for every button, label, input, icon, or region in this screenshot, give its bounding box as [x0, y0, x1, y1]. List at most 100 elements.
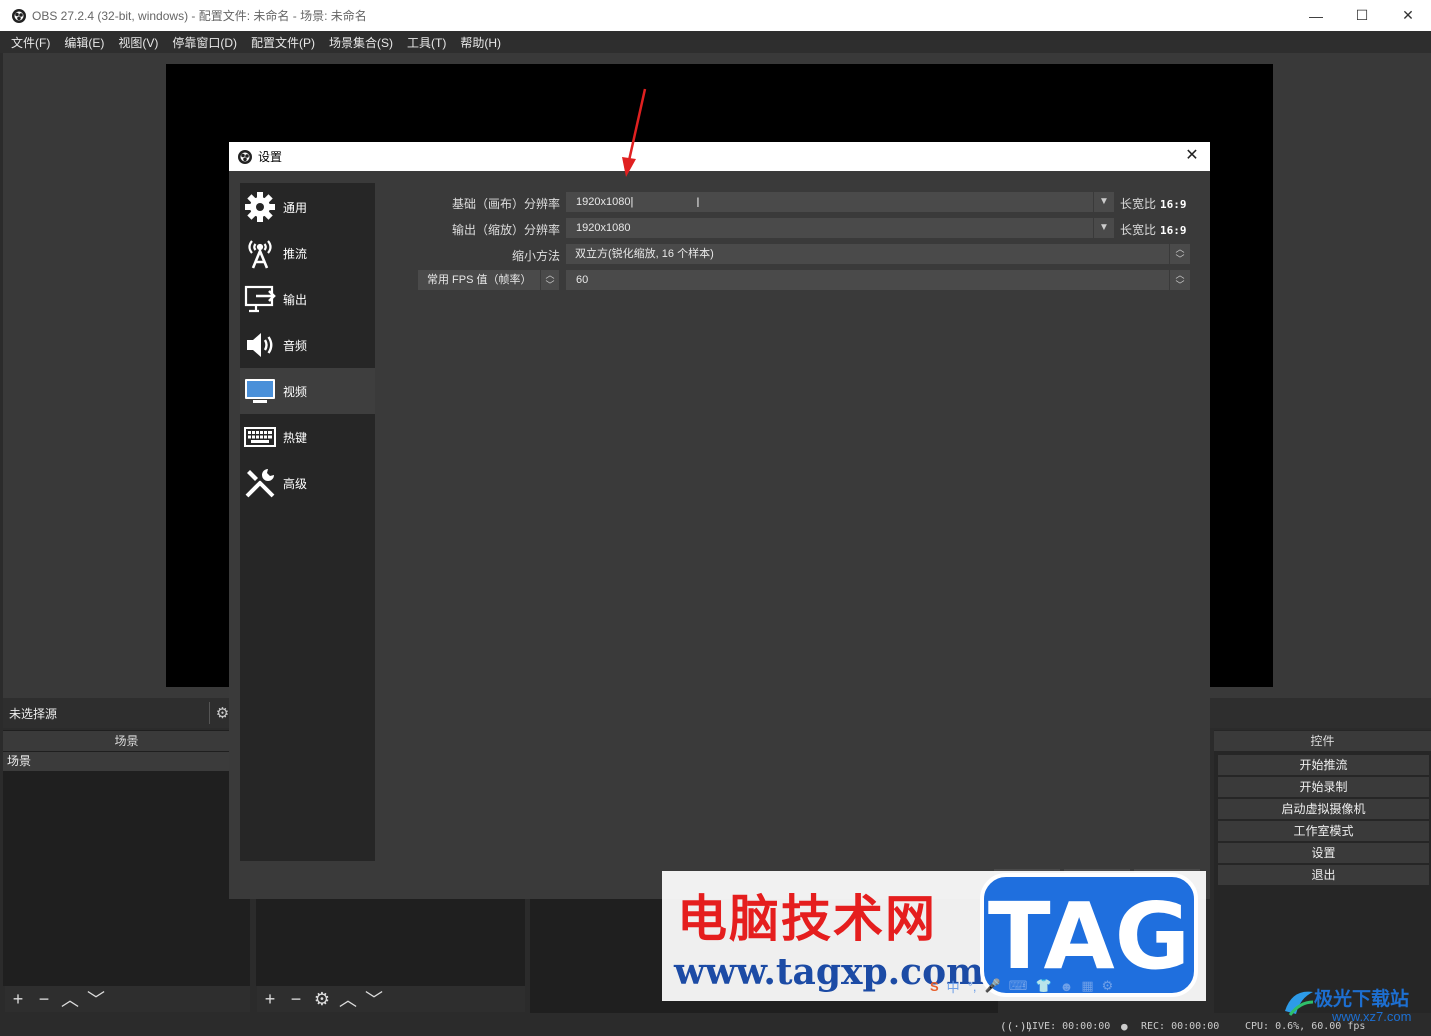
nav-item-stream[interactable]: 推流: [240, 230, 375, 276]
move-source-down-icon[interactable]: ﹀: [361, 986, 387, 1012]
maximize-button[interactable]: ☐: [1339, 0, 1385, 31]
updown-chevron-icon[interactable]: ︿ ﹀: [540, 270, 559, 290]
output-aspect-ratio: 长宽比 16:9: [1120, 223, 1187, 237]
ime-logo-icon: S: [930, 978, 939, 994]
menu-profile[interactable]: 配置文件(P): [244, 34, 322, 51]
live-timer: LIVE: 00:00:00: [1026, 1021, 1111, 1032]
menu-scene-collection[interactable]: 场景集合(S): [322, 34, 400, 51]
nav-item-label: 输出: [283, 292, 308, 307]
tools-icon: [243, 466, 277, 500]
scenes-dock-header: 场景: [3, 731, 250, 751]
obs-logo-icon: [12, 8, 26, 23]
menu-file[interactable]: 文件(F): [4, 34, 57, 51]
move-scene-down-icon[interactable]: ﹀: [83, 986, 109, 1012]
menu-view[interactable]: 视图(V): [111, 34, 165, 51]
speaker-icon: [243, 328, 277, 362]
nav-item-label: 推流: [283, 246, 308, 261]
downscale-filter-label: 缩小方法: [511, 249, 560, 263]
ime-apps-icon[interactable]: ▦: [1081, 978, 1093, 994]
settings-dialog-titlebar: 设置 ✕: [229, 142, 1210, 171]
close-icon[interactable]: ✕: [1182, 146, 1202, 166]
fps-type-value: 常用 FPS 值（帧率）: [427, 274, 532, 286]
rec-dot-icon: ●: [1121, 1020, 1128, 1033]
nav-item-label: 热键: [283, 430, 308, 445]
fps-value-combo[interactable]: 60 ︿ ﹀: [566, 270, 1190, 290]
rec-timer: REC: 00:00:00: [1141, 1021, 1220, 1032]
base-resolution-label: 基础（画布）分辨率: [451, 197, 560, 211]
ime-mode-indicator[interactable]: 中: [947, 977, 960, 996]
minimize-button[interactable]: —: [1293, 0, 1339, 31]
nav-item-video[interactable]: 视频: [240, 368, 375, 414]
watermark-site-name: 电脑技术网: [677, 889, 937, 948]
ime-punct-icon[interactable]: °,: [968, 979, 977, 994]
obs-logo-icon: [238, 149, 252, 164]
output-resolution-value: 1920x1080: [576, 222, 631, 234]
menu-docks[interactable]: 停靠窗口(D): [165, 34, 244, 51]
ime-mic-icon[interactable]: 🎤: [985, 978, 1001, 994]
nav-item-hotkeys[interactable]: 热键: [240, 414, 375, 460]
fps-value: 60: [576, 274, 589, 286]
keyboard-icon: [243, 420, 277, 454]
broadcast-icon: [243, 236, 277, 270]
remove-scene-icon[interactable]: −: [31, 989, 57, 1010]
settings-dialog-title: 设置: [258, 150, 283, 164]
output-icon: [243, 282, 277, 316]
nav-item-advanced[interactable]: 高级: [240, 460, 375, 506]
add-source-icon[interactable]: +: [257, 989, 283, 1010]
base-resolution-value: 1920x1080: [576, 196, 631, 208]
base-resolution-combo[interactable]: 1920x1080| I ▼: [566, 192, 1114, 212]
updown-chevron-icon[interactable]: ︿ ﹀: [1169, 244, 1190, 264]
gear-icon: [243, 190, 277, 224]
close-window-button[interactable]: ✕: [1385, 0, 1431, 31]
settings-nav: 通用 推流 输出 音频 视频 热键 高级: [240, 183, 375, 861]
nav-item-audio[interactable]: 音频: [240, 322, 375, 368]
aurora-site-name: 极光下载站: [1314, 989, 1410, 1010]
monitor-icon: [243, 374, 277, 408]
settings-button[interactable]: 设置: [1218, 843, 1429, 863]
text-cursor-icon: I: [696, 194, 700, 210]
menu-edit[interactable]: 编辑(E): [57, 34, 111, 51]
scene-list-item[interactable]: 场景: [3, 752, 250, 771]
source-settings-gear-icon[interactable]: ⚙: [309, 989, 335, 1010]
window-titlebar: OBS 27.2.4 (32-bit, windows) - 配置文件: 未命名…: [0, 0, 1431, 31]
move-source-up-icon[interactable]: ︿: [335, 986, 361, 1012]
chevron-down-icon[interactable]: ▼: [1093, 218, 1114, 238]
controls-dock-header: 控件: [1214, 731, 1431, 751]
status-bar: ((·)) LIVE: 00:00:00 ● REC: 00:00:00 CPU…: [0, 1016, 1431, 1036]
add-scene-icon[interactable]: +: [5, 989, 31, 1010]
fps-type-combo[interactable]: 常用 FPS 值（帧率） ︿ ﹀: [418, 270, 559, 290]
ime-settings-icon[interactable]: ⚙: [1102, 978, 1114, 994]
sources-toolbar: + − ⚙ ︿ ﹀: [257, 986, 525, 1012]
downscale-filter-value: 双立方(锐化缩放, 16 个样本): [575, 248, 714, 260]
nav-item-output[interactable]: 输出: [240, 276, 375, 322]
ime-skin-icon[interactable]: 👕: [1035, 978, 1051, 994]
updown-chevron-icon[interactable]: ︿ ﹀: [1169, 270, 1190, 290]
nav-item-general[interactable]: 通用: [240, 184, 375, 230]
nav-item-label: 通用: [283, 200, 308, 215]
no-source-label: 未选择源: [9, 707, 58, 721]
start-recording-button[interactable]: 开始录制: [1218, 777, 1429, 797]
menu-help[interactable]: 帮助(H): [453, 34, 508, 51]
studio-mode-button[interactable]: 工作室模式: [1218, 821, 1429, 841]
start-virtual-camera-button[interactable]: 启动虚拟摄像机: [1218, 799, 1429, 819]
nav-item-label: 高级: [283, 476, 308, 491]
settings-dialog: 设置 ✕ 通用 推流 输出 音频 视频 热键 高级 基础（画布）分辨率 1920…: [229, 142, 1210, 899]
nav-item-label: 音频: [283, 338, 308, 353]
scenes-toolbar: + − ︿ ﹀: [5, 986, 250, 1012]
base-aspect-ratio: 长宽比 16:9: [1120, 197, 1187, 211]
remove-source-icon[interactable]: −: [283, 989, 309, 1010]
downscale-filter-combo[interactable]: 双立方(锐化缩放, 16 个样本) ︿ ﹀: [566, 244, 1190, 264]
chevron-down-icon[interactable]: ▼: [1093, 192, 1114, 212]
nav-item-label: 视频: [283, 384, 308, 399]
ime-keyboard-icon[interactable]: ⌨: [1009, 978, 1028, 994]
annotation-arrow-icon: [622, 88, 647, 177]
ime-emoji-icon[interactable]: ☻: [1060, 979, 1074, 994]
output-resolution-combo[interactable]: 1920x1080 ▼: [566, 218, 1114, 238]
aurora-site-url: www.xz7.com: [1332, 1009, 1412, 1024]
start-streaming-button[interactable]: 开始推流: [1218, 755, 1429, 775]
ime-toolbar: S 中 °, 🎤 ⌨ 👕 ☻ ▦ ⚙: [930, 975, 1160, 997]
menu-tools[interactable]: 工具(T): [400, 34, 453, 51]
exit-button[interactable]: 退出: [1218, 865, 1429, 885]
move-scene-up-icon[interactable]: ︿: [57, 986, 83, 1012]
watermark-aurora: 极光下载站 www.xz7.com: [1282, 984, 1427, 1028]
